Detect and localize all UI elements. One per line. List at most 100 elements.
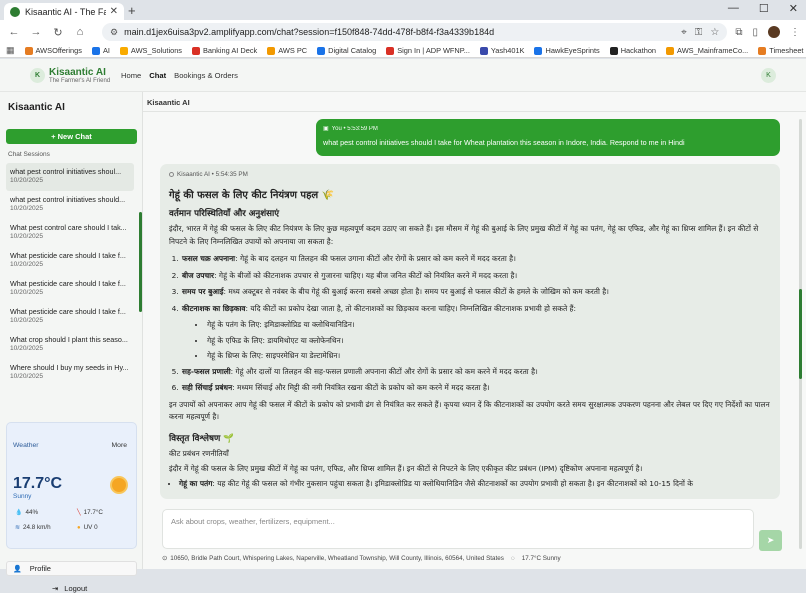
- sun-icon: [112, 478, 126, 492]
- session-title: what pest control initiatives should...: [10, 195, 126, 204]
- nav-bookings-orders[interactable]: Bookings & Orders: [174, 71, 238, 80]
- chat-session-item[interactable]: what pest control initiatives should... 1…: [6, 191, 134, 219]
- message-input[interactable]: Ask about crops, weather, fertilizers, e…: [162, 509, 754, 549]
- bookmark-item[interactable]: AWS PC: [267, 46, 307, 55]
- nav-home[interactable]: Home: [121, 71, 141, 80]
- sidebar: Kisaantic AI + New Chat Chat Sessions wh…: [0, 92, 143, 593]
- bookmark-item[interactable]: AI: [91, 46, 110, 55]
- sidebar-title: Kisaantic AI: [8, 102, 65, 113]
- tab-favicon-icon: [10, 6, 20, 17]
- wind-icon: ≋: [15, 525, 21, 531]
- bookmark-favicon-icon: [91, 46, 100, 55]
- split-icon[interactable]: ▯: [752, 27, 758, 38]
- back-icon[interactable]: ←: [6, 26, 22, 38]
- chat-session-item[interactable]: what pest control initiatives shoul... 10…: [6, 163, 134, 191]
- location-bar: ⊙ 10650, Bridle Path Court, Whispering L…: [162, 555, 561, 562]
- bookmark-item[interactable]: Hackathon: [609, 46, 656, 55]
- url-text[interactable]: main.d1jex6uisa3pv2.amplifyapp.com/chat?…: [124, 27, 673, 37]
- send-button[interactable]: ➤: [759, 530, 782, 551]
- chat-scrollbar-thumb[interactable]: [799, 289, 802, 379]
- chat-session-item[interactable]: What crop should I plant this seaso... 10…: [6, 331, 134, 359]
- forward-icon[interactable]: →: [28, 26, 44, 38]
- bullet-item: गेहूं का पतंग: यह कीट गेहूं की फसल को गं…: [179, 476, 771, 492]
- bookmark-item[interactable]: HawkEyeSprints: [534, 46, 600, 55]
- main-nav: Home Chat Bookings & Orders: [121, 71, 238, 80]
- bookmark-item[interactable]: AWS_MainframeCo...: [666, 46, 748, 55]
- weather-more-link[interactable]: More: [112, 442, 128, 449]
- nav-chat[interactable]: Chat: [149, 71, 166, 80]
- site-info-icon[interactable]: ⚙: [110, 27, 118, 38]
- window-controls: — ☐ ✕: [728, 2, 798, 15]
- bookmark-favicon-icon: [119, 46, 128, 55]
- chat-session-item[interactable]: What pesticide care should I take f... 10…: [6, 247, 134, 275]
- bookmark-label: Digital Catalog: [328, 46, 377, 55]
- ai-heading-3: विस्तृत विश्लेषण 🌱: [169, 433, 235, 444]
- bookmark-item[interactable]: Sign In | ADP WFNP...: [386, 46, 470, 55]
- tab-close-icon[interactable]: ✕: [110, 6, 118, 17]
- brand[interactable]: Kisaantic AI The Farmer's AI Friend: [49, 67, 110, 84]
- logout-button[interactable]: ⇥ Logout: [52, 584, 87, 593]
- maximize-button[interactable]: ☐: [759, 2, 769, 15]
- feels-like-stat: ╲ 17.7°C: [77, 509, 103, 516]
- ai-outro: इन उपायों को अपनाकर आप गेहूं की फसल में …: [169, 399, 770, 422]
- browser-tab[interactable]: Kisaantic AI - The Farmer's AI Fr ✕: [4, 3, 124, 20]
- weather-small-icon: ◌: [510, 555, 515, 562]
- bookmark-label: AWS PC: [278, 46, 308, 55]
- location-pin-icon: ⊙: [162, 555, 168, 562]
- logo-icon[interactable]: K: [30, 68, 45, 83]
- weather-condition: Sunny: [13, 493, 32, 500]
- password-key-icon[interactable]: ⚿: [695, 27, 703, 38]
- profile-avatar[interactable]: [768, 26, 780, 38]
- chat-session-item[interactable]: What pesticide care should I take f... 10…: [6, 303, 134, 331]
- new-tab-button[interactable]: +: [128, 3, 136, 18]
- location-weather: 17.7°C Sunny: [521, 555, 561, 562]
- sub-list-item: गेहूं के थ्रिप्स के लिए: साइपरमेथ्रिन या…: [206, 348, 771, 364]
- home-icon[interactable]: ⌂: [72, 26, 88, 38]
- user-icon: ▣: [323, 126, 329, 132]
- bookmark-item[interactable]: Banking AI Deck: [192, 46, 257, 55]
- uv-value: UV 0: [83, 524, 98, 531]
- wind-value: 24.8 km/h: [23, 524, 51, 531]
- chat-session-item[interactable]: What pesticide care should I take f... 10…: [6, 275, 134, 303]
- session-title: What pesticide care should I take f...: [10, 307, 126, 316]
- bookmark-star-icon[interactable]: ☆: [710, 27, 719, 38]
- location-icon[interactable]: ⌖: [681, 27, 687, 38]
- browser-tabstrip: Kisaantic AI - The Farmer's AI Fr ✕ + — …: [0, 0, 806, 20]
- session-title: What pesticide care should I take f...: [10, 251, 126, 260]
- list-item-text: : मध्य अक्टूबर से नवंबर के बीच गेहूं की …: [223, 287, 609, 296]
- bookmark-item[interactable]: Yash401K: [479, 46, 524, 55]
- bookmark-favicon-icon: [24, 46, 33, 55]
- bookmark-item[interactable]: AWSOfferings: [24, 46, 82, 55]
- session-title: what pest control initiatives shoul...: [10, 167, 122, 176]
- new-chat-button[interactable]: + New Chat: [6, 129, 137, 144]
- sidebar-scrollbar[interactable]: [139, 212, 142, 312]
- list-item-text: : यदि कीटों का प्रकोप देखा जाता है, तो क…: [245, 303, 576, 313]
- chat-session-item[interactable]: Where should I buy my seeds in Hy... 10/2…: [6, 359, 134, 387]
- wind-stat: ≋ 24.8 km/h: [15, 524, 51, 531]
- list-item-text: : गेहूं के बाद दलहन या तिलहन की फसल उगान…: [235, 254, 516, 263]
- apps-icon[interactable]: ▦: [6, 45, 15, 56]
- minimize-button[interactable]: —: [728, 2, 739, 15]
- browser-toolbar: ← → ↻ ⌂ ⚙ main.d1jex6uisa3pv2.amplifyapp…: [0, 20, 806, 44]
- bookmark-item[interactable]: Timesheet: [758, 46, 803, 55]
- chat-scrollbar[interactable]: [799, 119, 802, 549]
- address-bar[interactable]: ⚙ main.d1jex6uisa3pv2.amplifyapp.com/cha…: [102, 23, 728, 41]
- bullet-bold: गेहूं का पतंग: [179, 478, 213, 488]
- bookmark-item[interactable]: AWS_Solutions: [119, 46, 182, 55]
- ai-message: Kisaantic AI • 5:54:35 PM गेहूं की फसल क…: [160, 164, 780, 499]
- session-date: 10/20/2025: [10, 317, 44, 324]
- bookmark-favicon-icon: [386, 46, 395, 55]
- reload-icon[interactable]: ↻: [50, 26, 66, 39]
- ai-paragraph-2: इंदौर में गेहूं की फसल के लिए प्रमुख कीट…: [169, 464, 643, 473]
- user-message: ▣ You • 5:53:59 PM what pest control ini…: [316, 119, 780, 156]
- user-avatar[interactable]: K: [761, 68, 776, 83]
- chat-session-item[interactable]: What pest control care should I tak... 10…: [6, 219, 134, 247]
- menu-icon[interactable]: ⋮: [790, 27, 800, 38]
- bookmark-item[interactable]: Digital Catalog: [317, 46, 376, 55]
- close-window-button[interactable]: ✕: [789, 2, 798, 15]
- divider: [143, 111, 806, 112]
- session-title: What pest control care should I tak...: [10, 223, 127, 232]
- session-date: 10/20/2025: [10, 289, 44, 296]
- ai-status-icon: [169, 172, 174, 177]
- extensions-icon[interactable]: ⧉: [735, 27, 742, 38]
